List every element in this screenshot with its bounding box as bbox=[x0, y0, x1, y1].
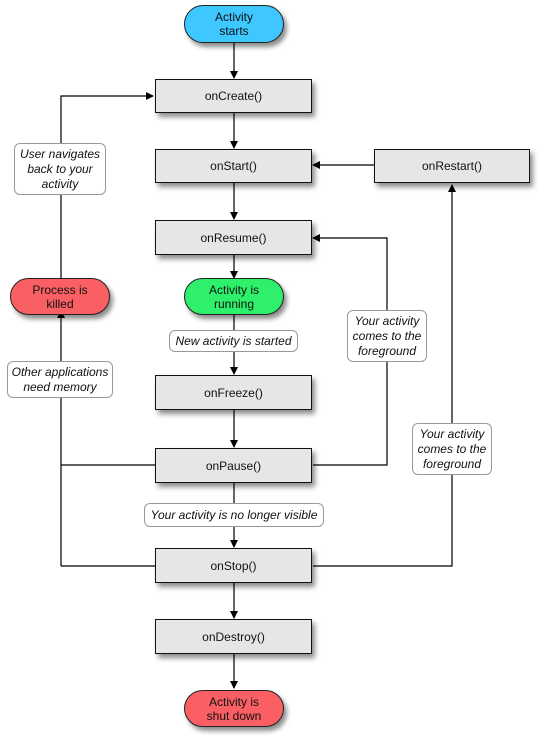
on-freeze-method: onFreeze() bbox=[155, 375, 312, 410]
activity-running-state: Activity is running bbox=[184, 278, 284, 315]
on-destroy-method: onDestroy() bbox=[155, 619, 312, 654]
arrow-stop-to-restart bbox=[313, 184, 456, 567]
note-user-navigates-back: User navigates back to your activity bbox=[14, 143, 106, 195]
on-stop-method: onStop() bbox=[155, 548, 312, 583]
process-killed-state: Process is killed bbox=[10, 278, 110, 315]
state-label: Activity starts bbox=[214, 10, 253, 38]
method-label: onResume() bbox=[200, 230, 267, 245]
state-label: Activity is running bbox=[208, 282, 259, 311]
note-label: Your activity comes to the foreground bbox=[352, 313, 422, 358]
note-label: New activity is started bbox=[175, 333, 292, 348]
note-label: Other applications need memory bbox=[11, 364, 109, 394]
on-create-method: onCreate() bbox=[155, 79, 312, 113]
state-label: Activity is shut down bbox=[206, 694, 262, 723]
method-label: onStart() bbox=[210, 159, 257, 173]
note-label: Your activity comes to the foreground bbox=[417, 426, 487, 471]
on-resume-method: onResume() bbox=[155, 220, 312, 255]
method-label: onStop() bbox=[210, 558, 257, 573]
method-label: onRestart() bbox=[421, 159, 483, 173]
note-foreground-from-pause: Your activity comes to the foreground bbox=[347, 310, 427, 362]
note-no-longer-visible: Your activity is no longer visible bbox=[144, 503, 324, 527]
method-label: onPause() bbox=[205, 458, 262, 473]
on-start-method: onStart() bbox=[155, 149, 312, 183]
note-other-apps-need-memory: Other applications need memory bbox=[7, 361, 113, 398]
method-label: onFreeze() bbox=[204, 385, 263, 400]
method-label: onCreate() bbox=[204, 89, 263, 103]
on-restart-method: onRestart() bbox=[374, 149, 530, 183]
method-label: onDestroy() bbox=[202, 629, 265, 644]
note-label: User navigates back to your activity bbox=[19, 146, 101, 191]
activity-starts-state: Activity starts bbox=[184, 5, 284, 43]
activity-shut-down-state: Activity is shut down bbox=[184, 690, 284, 727]
note-label: Your activity is no longer visible bbox=[150, 507, 318, 522]
on-pause-method: onPause() bbox=[155, 448, 312, 483]
note-new-activity-started: New activity is started bbox=[169, 330, 298, 352]
note-foreground-from-stop: Your activity comes to the foreground bbox=[412, 423, 492, 475]
state-label: Process is killed bbox=[32, 282, 88, 311]
